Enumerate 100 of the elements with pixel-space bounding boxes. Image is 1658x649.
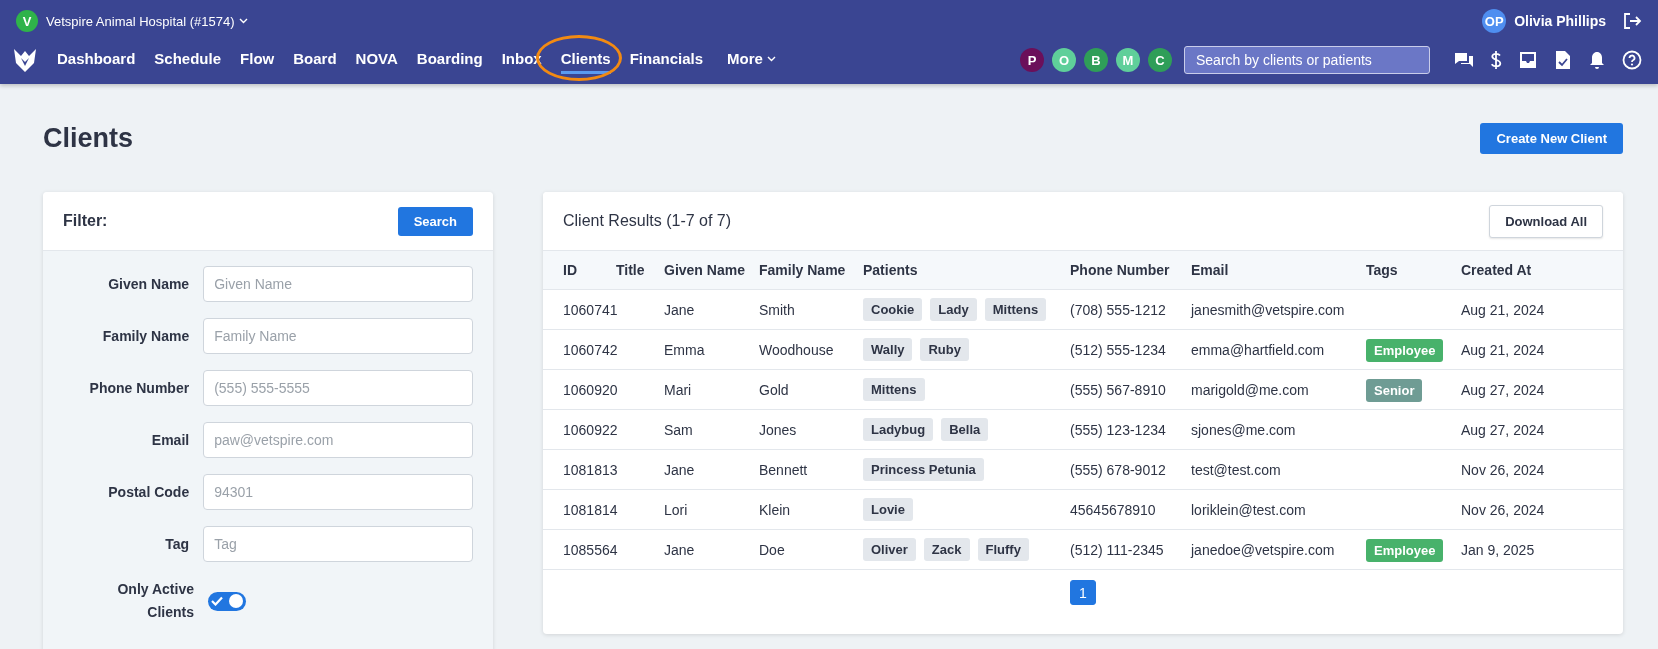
patient-chip[interactable]: Cookie: [863, 298, 923, 321]
patient-chip[interactable]: Mittens: [863, 378, 925, 401]
patient-chip[interactable]: Lovie: [863, 498, 913, 521]
table-cell: (555) 567-8910: [1070, 381, 1166, 398]
table-cell: (512) 111-2345: [1070, 541, 1164, 558]
patient-chip[interactable]: Princess Petunia: [863, 458, 984, 481]
filter-title: Filter:: [63, 212, 108, 230]
table-cell: Jane: [664, 461, 695, 478]
page-button[interactable]: 1: [1070, 580, 1096, 605]
toggle-switch[interactable]: [208, 591, 246, 611]
field-label: Tag: [164, 534, 190, 554]
table-cell: Jane: [664, 541, 695, 558]
create-client-button[interactable]: Create New Client: [1480, 122, 1623, 154]
more-menu[interactable]: More: [727, 46, 776, 74]
clinic-avatar: V: [16, 10, 38, 32]
dollar-icon[interactable]: [1490, 50, 1502, 70]
table-cell: 1081813: [563, 461, 618, 478]
tag-label: Senior: [1366, 378, 1423, 402]
clinic-selector[interactable]: Vetspire Animal Hospital (#1574): [46, 13, 248, 29]
table-cell: Jane: [664, 301, 695, 318]
table-cell: 1060741: [563, 301, 618, 318]
fox-logo-icon[interactable]: [13, 47, 37, 73]
nav-tab[interactable]: Flow: [240, 46, 275, 74]
table-cell: Mari: [664, 381, 692, 398]
input-field[interactable]: Tag: [203, 526, 473, 562]
table-cell: Emma: [664, 341, 705, 358]
user-avatar: OP: [1482, 9, 1507, 33]
column-header: Created At: [1461, 262, 1532, 278]
patient-chip[interactable]: Ladybug: [863, 418, 934, 441]
table-cell: Bennett: [759, 461, 808, 478]
table-cell: Jan 9, 2025: [1461, 541, 1535, 558]
nav-tab[interactable]: Financials: [629, 46, 703, 74]
table-cell: (708) 555-1212: [1070, 301, 1166, 318]
table-cell: 45645678910: [1070, 501, 1156, 518]
field-label: Given Name: [107, 274, 190, 294]
document-check-icon[interactable]: [1554, 50, 1572, 70]
page-title: Clients: [43, 122, 134, 154]
table-cell: 1085564: [563, 541, 618, 558]
column-header: Title: [616, 262, 645, 278]
bell-icon[interactable]: [1588, 50, 1606, 70]
patient-chip[interactable]: Fluffy: [977, 538, 1029, 561]
help-icon[interactable]: [1622, 50, 1642, 70]
nav-tab[interactable]: NOVA: [355, 46, 398, 74]
toggle-label: Only Active Clients: [116, 580, 194, 622]
patient-chip[interactable]: Bella: [941, 418, 989, 441]
nav-tab[interactable]: Boarding: [416, 46, 483, 74]
patient-chip[interactable]: Ruby: [920, 338, 969, 361]
table-cell: Doe: [759, 541, 785, 558]
staff-avatar[interactable]: P: [1020, 48, 1044, 72]
tag-label: Employee: [1366, 538, 1444, 562]
table-cell: 1060920: [563, 381, 618, 398]
user-name[interactable]: Olivia Phillips: [1514, 13, 1606, 29]
table-cell: (555) 678-9012: [1070, 461, 1166, 478]
patient-chip[interactable]: Lady: [930, 298, 977, 321]
column-header: Given Name: [664, 262, 745, 278]
table-cell: Woodhouse: [759, 341, 834, 358]
table-cell: 1060742: [563, 341, 618, 358]
table-cell: marigold@me.com: [1191, 381, 1309, 398]
table-cell: Jones: [759, 421, 797, 438]
patient-chip[interactable]: Zack: [923, 538, 970, 561]
field-label: Family Name: [101, 326, 190, 346]
table-cell: sjones@me.com: [1191, 421, 1296, 438]
table-cell: (555) 123-1234: [1070, 421, 1166, 438]
patient-chip[interactable]: Mittens: [984, 298, 1047, 321]
logout-icon[interactable]: [1622, 11, 1642, 31]
patient-chip[interactable]: Wally: [863, 338, 913, 361]
download-button[interactable]: Download All: [1489, 204, 1603, 238]
table-cell: (512) 555-1234: [1070, 341, 1166, 358]
table-cell: Smith: [759, 301, 795, 318]
table-cell: janesmith@vetspire.com: [1191, 301, 1345, 318]
input-field[interactable]: (555) 555-5555: [203, 370, 473, 406]
patient-chip[interactable]: Oliver: [863, 538, 916, 561]
table-cell: Aug 21, 2024: [1461, 341, 1545, 358]
nav-tab[interactable]: Clients: [560, 46, 611, 74]
field-label: Phone Number: [88, 378, 190, 398]
table-cell: Lori: [664, 501, 688, 518]
nav-tab[interactable]: Dashboard: [57, 46, 136, 74]
input-field[interactable]: Given Name: [203, 266, 473, 302]
table-cell: janedoe@vetspire.com: [1191, 541, 1335, 558]
table-cell: Klein: [759, 501, 791, 518]
search-button[interactable]: Search: [397, 206, 473, 236]
input-field[interactable]: paw@vetspire.com: [203, 422, 473, 458]
search-field[interactable]: Search by clients or patients: [1184, 46, 1430, 74]
table-cell: Gold: [759, 381, 789, 398]
nav-tab[interactable]: Schedule: [154, 46, 222, 74]
nav-tab[interactable]: Board: [293, 46, 337, 74]
check-icon: [211, 596, 223, 606]
column-header: Tags: [1366, 262, 1398, 278]
caret-icon: [766, 55, 776, 62]
inbox-icon[interactable]: [1518, 50, 1538, 70]
input-field[interactable]: Family Name: [203, 318, 473, 354]
tag-label: Employee: [1366, 338, 1444, 362]
column-header: Email: [1191, 262, 1229, 278]
column-header: ID: [563, 262, 577, 278]
table-cell: Nov 26, 2024: [1461, 461, 1545, 478]
field-label: Postal Code: [107, 482, 190, 502]
table-cell: Aug 27, 2024: [1461, 381, 1545, 398]
input-field[interactable]: 94301: [203, 474, 473, 510]
column-header: Patients: [863, 262, 918, 278]
table-cell: Aug 27, 2024: [1461, 421, 1545, 438]
